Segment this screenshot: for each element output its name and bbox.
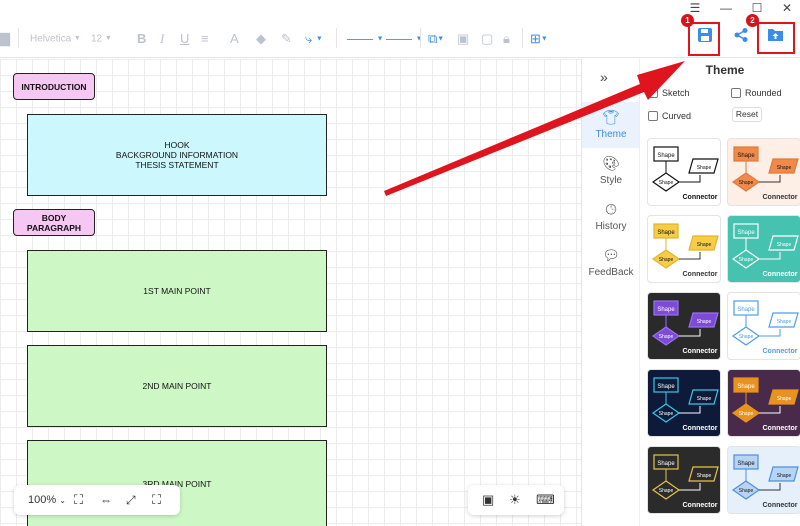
save-highlight-box (688, 22, 720, 56)
step-badge-1: 1 (681, 14, 694, 27)
export-highlight-box (757, 22, 795, 54)
annotation-arrow (384, 61, 685, 196)
step-badge-2: 2 (746, 14, 759, 27)
app-window: ☰ — ☐ ✕ ▇ Helvetica ▼ 12 ▼ B I U ≡ A ◆ ✎… (0, 0, 800, 526)
